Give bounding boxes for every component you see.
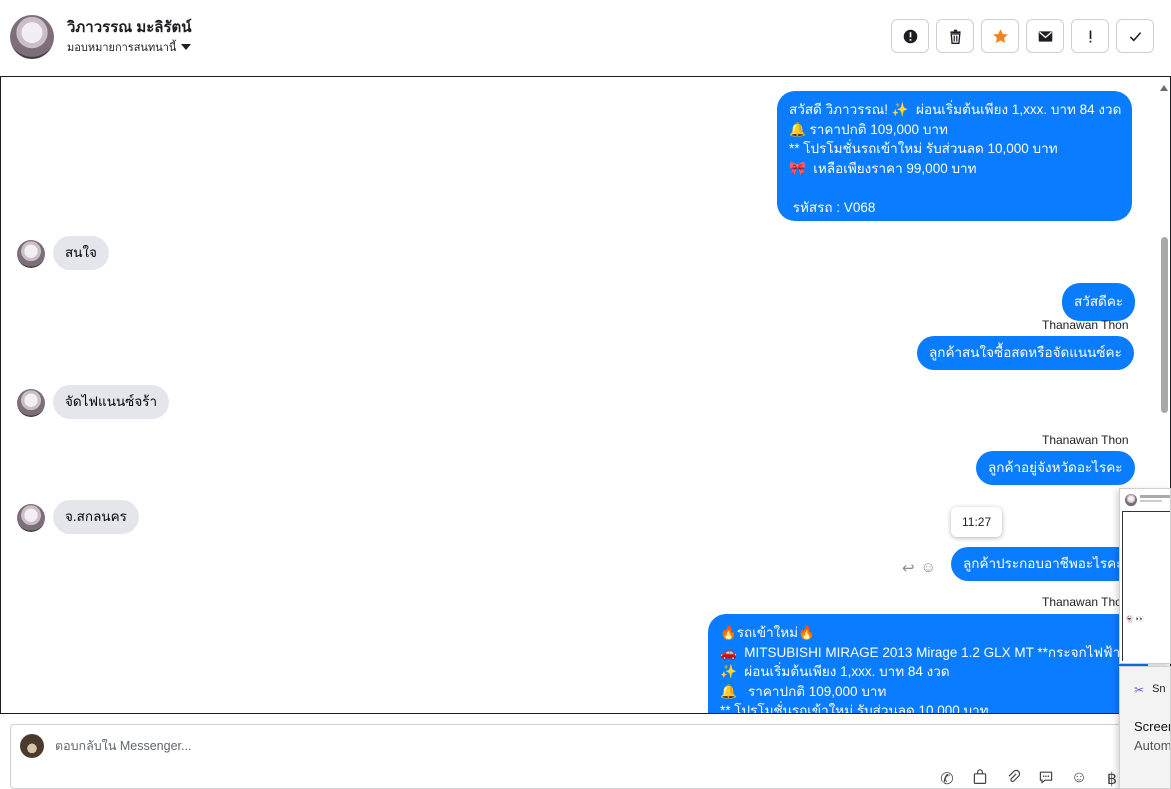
outgoing-message[interactable]: 🔥รถเข้าใหม่🔥 🚗 MITSUBISHI MIRAGE 2013 Mi…: [708, 614, 1148, 713]
sender-avatar: [17, 504, 45, 532]
thumbnail-line: [1140, 500, 1162, 502]
incoming-message[interactable]: จัดไฟแนนซ์จร้า: [53, 385, 170, 419]
thumbnail-line: [1140, 495, 1170, 498]
caret-down-icon: [181, 44, 192, 50]
outgoing-message[interactable]: ลูกค้าสนใจซื้อสดหรือจัดแนนซ์คะ: [917, 336, 1134, 370]
thumbnail-message: 👻 👀: [1125, 616, 1145, 623]
screenshot-thumbnail[interactable]: 👻 👀: [1119, 488, 1171, 664]
reply-composer: ✆ ☺ ฿: [10, 724, 1170, 789]
composer-tools: ✆ ☺ ฿: [937, 769, 1122, 789]
envelope-icon: [1038, 30, 1052, 42]
alert-circle-icon: [903, 29, 917, 43]
mark-done-button[interactable]: [1116, 19, 1154, 53]
contact-name[interactable]: วิภาวรรณ มะลิรัตน์: [67, 15, 192, 39]
sender-name: Thanawan Thon: [1042, 318, 1129, 332]
header-actions: [891, 19, 1154, 53]
sender-avatar: [17, 389, 45, 417]
outgoing-message[interactable]: ลูกค้าประกอบอาชีพอะไรคะ: [951, 547, 1136, 581]
paperclip-icon[interactable]: [1003, 769, 1023, 789]
reply-input[interactable]: [55, 739, 755, 753]
scroll-thumb[interactable]: [1161, 237, 1168, 413]
star-icon: [992, 28, 1008, 43]
reply-icon[interactable]: ↩: [902, 559, 915, 577]
message-actions: ↩ ☺: [902, 559, 936, 577]
timestamp-tooltip: 11:27: [951, 507, 1003, 537]
snip-app-name: Sn: [1152, 683, 1166, 695]
assign-conversation-dropdown[interactable]: มอบหมายการสนทนานี้: [67, 38, 192, 56]
incoming-message[interactable]: จ.สกลนคร: [53, 500, 139, 534]
incoming-message[interactable]: สนใจ: [53, 236, 109, 270]
outgoing-message[interactable]: สวัสดี วิภาวรรณ! ✨ ผ่อนเริ่มต้นเพียง 1,x…: [777, 91, 1132, 221]
snip-app-row: ✂ Sn: [1134, 683, 1166, 697]
mark-unread-button[interactable]: [1026, 19, 1064, 53]
snip-title: Screen: [1134, 719, 1170, 734]
conversation-header: วิภาวรรณ มะลิรัตน์ มอบหมายการสนทนานี้: [0, 0, 1171, 76]
react-emoji-icon[interactable]: ☺: [921, 559, 936, 577]
page-avatar: [20, 734, 44, 758]
scroll-up-arrow-icon[interactable]: [1160, 85, 1168, 91]
star-button[interactable]: [981, 19, 1019, 53]
report-button[interactable]: [891, 19, 929, 53]
sender-name: Thanawan Thon: [1042, 595, 1129, 609]
sender-avatar: [17, 240, 45, 268]
sender-name: Thanawan Thon: [1042, 433, 1129, 447]
trash-icon: [949, 29, 961, 44]
outgoing-message[interactable]: ลูกค้าอยู่จังหวัดอะไรคะ: [976, 451, 1135, 485]
delete-button[interactable]: [936, 19, 974, 53]
outgoing-message[interactable]: สวัสดีคะ: [1062, 283, 1136, 321]
contact-avatar[interactable]: [10, 15, 54, 59]
snip-notification[interactable]: ✂ Sn Screen Autom: [1119, 666, 1171, 789]
thumbnail-content: [1122, 511, 1170, 661]
phone-plus-icon[interactable]: ✆: [937, 769, 957, 789]
message-thread[interactable]: สวัสดี วิภาวรรณ! ✨ ผ่อนเริ่มต้นเพียง 1,x…: [0, 76, 1171, 714]
exclamation-icon: [1089, 30, 1091, 42]
check-icon: [1129, 31, 1141, 41]
shopping-bag-icon[interactable]: [970, 769, 990, 789]
scissors-icon: ✂: [1134, 683, 1145, 697]
follow-up-button[interactable]: [1071, 19, 1109, 53]
chat-bubble-icon[interactable]: [1036, 769, 1056, 789]
snip-subtitle: Autom: [1134, 738, 1171, 753]
emoji-icon[interactable]: ☺: [1069, 769, 1089, 789]
thumbnail-avatar: [1125, 494, 1137, 506]
assign-label: มอบหมายการสนทนานี้: [67, 42, 177, 54]
